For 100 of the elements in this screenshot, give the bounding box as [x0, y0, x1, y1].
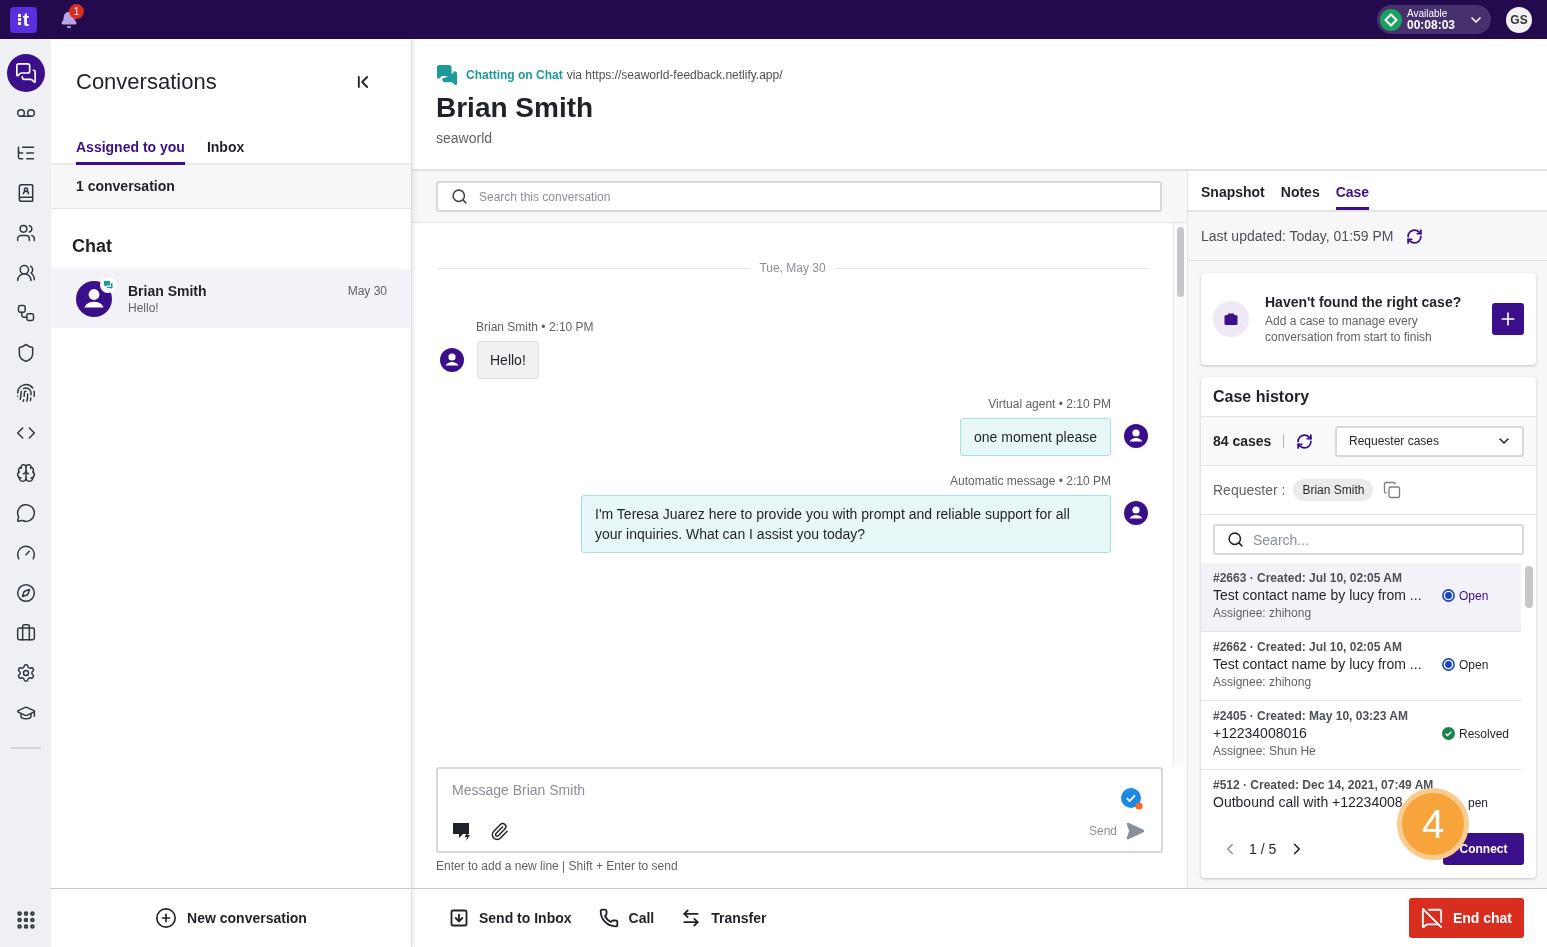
- composer-hint: Enter to add a new line | Shift + Enter to send: [436, 859, 679, 873]
- card-description: Add a case to manage every conversation from start to finish: [1265, 313, 1433, 345]
- copy-icon[interactable]: [1383, 481, 1402, 499]
- chat-badge-icon: [100, 276, 116, 293]
- message-bubble: one moment please: [960, 418, 1111, 456]
- graduation-cap-icon: [15, 703, 36, 723]
- tab[interactable]: Notes: [1280, 171, 1320, 210]
- contact-subtitle: seaworld: [436, 130, 493, 147]
- call-button[interactable]: Call: [598, 907, 655, 929]
- case-assignee: Assignee: zhihong: [1213, 605, 1312, 621]
- message-bubble: I'm Teresa Juarez here to provide you with prompt and reliable support for all your inquiries. What can I assist you today?: [581, 495, 1111, 553]
- settings-icon: [15, 663, 36, 683]
- message-preview: Hello!: [128, 299, 159, 316]
- conversation-date: May 30: [347, 283, 387, 300]
- check-badge-icon[interactable]: [1121, 788, 1143, 810]
- apps-grid-icon[interactable]: [14, 909, 37, 931]
- paperclip-icon[interactable]: [490, 821, 509, 841]
- card-title: Case history: [1213, 386, 1310, 407]
- briefcase-icon: [1213, 301, 1249, 337]
- date-divider-label: Tue, May 30: [759, 261, 826, 275]
- group-icon: [15, 263, 36, 283]
- tab[interactable]: Inbox: [206, 139, 245, 165]
- page-indicator: 1 / 5: [1249, 839, 1277, 859]
- search-icon: [1227, 531, 1244, 548]
- send-to-inbox-button[interactable]: Send to Inbox: [449, 907, 572, 929]
- case-assignee: Assignee: Shun He: [1213, 743, 1316, 759]
- scrollbar-thumb[interactable]: [1177, 227, 1184, 297]
- message-meta: Virtual agent • 2:10 PM: [988, 397, 1111, 411]
- case-status-label: pen: [1468, 794, 1489, 812]
- case-title: Test contact name by lucy from ...: [1213, 655, 1422, 674]
- contact-title: Brian Smith: [436, 91, 594, 125]
- speech-bubble-icon: [15, 503, 36, 523]
- panel-title: Conversations: [76, 69, 217, 95]
- requester-chip: Brian Smith: [1293, 479, 1374, 501]
- nav-button[interactable]: [6, 54, 45, 92]
- refresh-icon[interactable]: [1405, 227, 1423, 245]
- user-avatar[interactable]: GS: [1506, 6, 1532, 33]
- case-count: 84 cases: [1213, 431, 1272, 451]
- case-header-text: #2663 · Created: Jul 10, 02:05 AM: [1213, 570, 1402, 586]
- message-meta: Brian Smith • 2:10 PM: [476, 320, 594, 334]
- user-avatar-icon: [440, 348, 464, 372]
- open-status-icon: [1442, 658, 1455, 671]
- refresh-icon[interactable]: [1296, 432, 1314, 450]
- user-avatar-icon: [1124, 424, 1148, 448]
- message-input[interactable]: Message Brian Smith: [452, 781, 1111, 799]
- case-header-text: #2662 · Created: Jul 10, 02:05 AM: [1213, 639, 1402, 655]
- case-title: Test contact name by lucy from ...: [1213, 586, 1422, 605]
- search-icon: [451, 188, 468, 205]
- tab[interactable]: Snapshot: [1201, 171, 1265, 210]
- section-heading: Chat: [72, 235, 112, 257]
- requester-label: Requester :: [1213, 480, 1286, 500]
- new-conversation-button[interactable]: New conversation: [155, 907, 307, 929]
- scrollbar-thumb[interactable]: [1524, 566, 1533, 608]
- contact-name: Brian Smith: [128, 281, 207, 300]
- workflow-icon: [15, 303, 36, 323]
- notification-count: 1: [69, 3, 84, 19]
- case-title: +12234008016: [1213, 724, 1307, 743]
- case-search-field[interactable]: Search...: [1213, 524, 1524, 555]
- case-status-label: Resolved: [1459, 725, 1510, 743]
- case-row[interactable]: #2663 · Created: Jul 10, 02:05 AM Test contact name by lucy from ... Open Assignee: zhihong: [1201, 563, 1521, 632]
- card-title: Haven't found the right case?: [1265, 293, 1462, 311]
- channel-label: Chatting on Chat: [466, 67, 563, 83]
- add-case-button[interactable]: [1492, 303, 1524, 335]
- case-filter-select[interactable]: Requester cases: [1335, 425, 1524, 457]
- conversation-search-field[interactable]: Search this conversation: [436, 181, 1162, 212]
- last-updated-text: Last updated: Today, 01:59 PM: [1201, 226, 1394, 246]
- send-icon: [1125, 821, 1145, 841]
- end-chat-button[interactable]: End chat: [1408, 898, 1524, 938]
- people-icon: [15, 223, 36, 243]
- channel-source: via https://seaworld-feedback.netlify.app/: [566, 67, 783, 83]
- diamond-status-icon: [1379, 8, 1402, 31]
- transfer-button[interactable]: Transfer: [681, 907, 767, 929]
- compass-icon: [15, 583, 36, 603]
- chat-bubbles-icon: [14, 62, 37, 84]
- gauge-icon: [15, 543, 36, 563]
- case-assignee: Assignee: zhihong: [1213, 674, 1312, 690]
- status-dropdown[interactable]: Available 00:08:03: [1376, 5, 1491, 34]
- chat-off-icon: [1420, 907, 1443, 929]
- fingerprint-icon: [15, 383, 36, 403]
- tab[interactable]: Case: [1335, 171, 1370, 210]
- message-meta: Automatic message • 2:10 PM: [950, 474, 1111, 488]
- open-status-icon: [1442, 589, 1455, 602]
- case-row[interactable]: #2405 · Created: May 10, 03:23 AM +12234008016 Resolved Assignee: Shun He: [1201, 701, 1521, 770]
- brain-icon: [15, 463, 36, 483]
- phone-icon: [598, 908, 619, 928]
- case-status-label: Open: [1459, 587, 1489, 605]
- chat-bubbles-icon: [436, 64, 458, 86]
- case-header-text: #2405 · Created: May 10, 03:23 AM: [1213, 708, 1408, 724]
- conversation-count: 1 conversation: [76, 177, 175, 196]
- app-logo[interactable]: t: [10, 6, 37, 33]
- message-bolt-icon[interactable]: [452, 821, 472, 841]
- case-row[interactable]: #2662 · Created: Jul 10, 02:05 AM Test contact name by lucy from ... Open Assignee: zhihong: [1201, 632, 1521, 701]
- check-circle-icon: [1442, 727, 1455, 740]
- message-bubble: Hello!: [477, 341, 539, 379]
- briefcase-icon: [15, 623, 36, 643]
- list-tree-icon: [15, 143, 36, 163]
- conversation-item[interactable]: Brian Smith Hello! May 30: [51, 269, 411, 328]
- case-status-label: Open: [1459, 656, 1489, 674]
- plus-circle-icon: [155, 907, 178, 929]
- user-avatar-icon: [1124, 501, 1148, 525]
